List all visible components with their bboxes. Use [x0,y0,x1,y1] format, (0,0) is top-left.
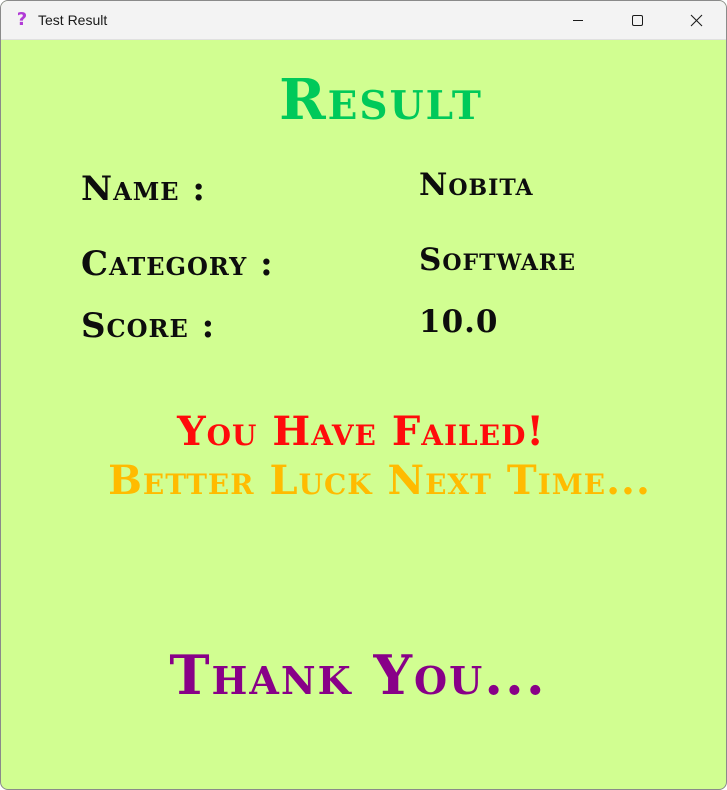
fail-message: You Have Failed! [177,408,545,455]
category-value: Software [419,242,576,278]
score-label: Score : [81,306,216,346]
result-window: ? Test Result Result Name : Nobita Categ… [0,0,727,790]
name-value: Nobita [419,167,534,203]
maximize-button[interactable] [608,1,666,39]
maximize-icon [632,15,643,26]
close-button[interactable] [667,1,725,39]
minimize-icon [573,20,583,21]
page-title: Result [279,67,483,133]
title-bar[interactable]: ? Test Result [1,1,726,40]
name-label: Name : [81,169,206,209]
category-label: Category : [81,244,274,284]
thanks-message: Thank You... [169,643,547,707]
luck-message: Better Luck Next Time... [108,457,651,504]
close-icon [690,14,703,27]
minimize-button[interactable] [549,1,607,39]
score-value: 10.0 [419,304,499,340]
result-panel: Result Name : Nobita Category : Software… [1,40,726,789]
question-mark-icon: ? [16,9,28,30]
window-title: Test Result [38,12,108,28]
